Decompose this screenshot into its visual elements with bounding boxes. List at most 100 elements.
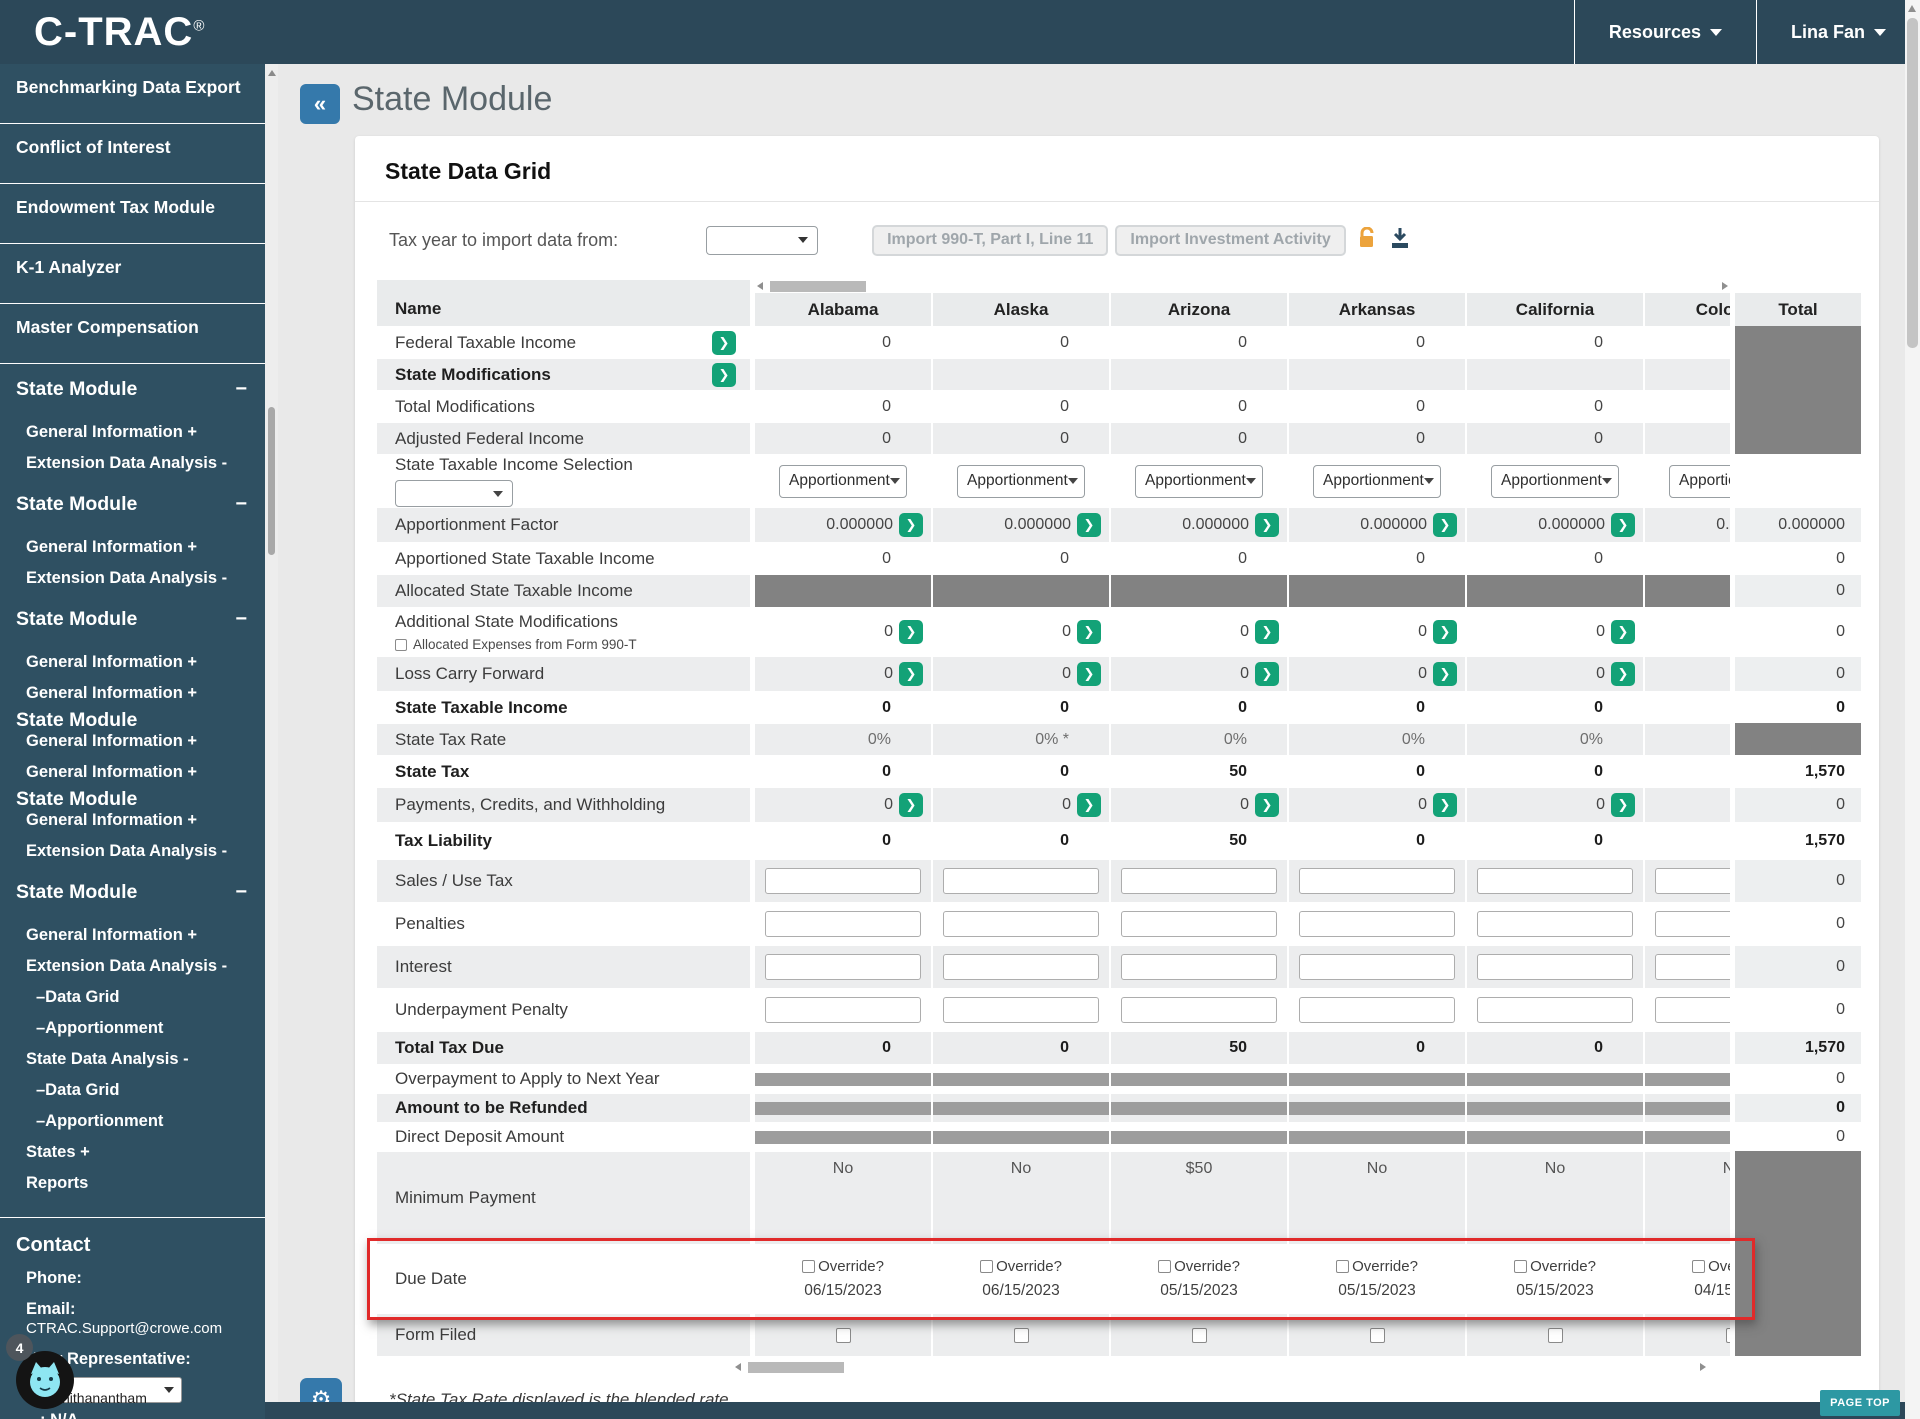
amount-input[interactable]: [1477, 868, 1633, 894]
sidebar-subitem-general-information[interactable]: General Information +: [0, 532, 265, 563]
tax-year-select[interactable]: [706, 226, 818, 255]
collapse-minus-icon[interactable]: −: [235, 881, 247, 904]
amount-input[interactable]: [765, 911, 921, 937]
sidebar-subitem-general-information[interactable]: General Information +: [0, 417, 265, 448]
override-checkbox[interactable]: [802, 1260, 815, 1273]
override-checkbox[interactable]: [1692, 1260, 1705, 1273]
sidebar-module-state-module[interactable]: State Module−: [0, 479, 265, 532]
page-top-button[interactable]: PAGE TOP: [1820, 1390, 1900, 1416]
sidebar-subitem--data-grid[interactable]: –Data Grid: [0, 982, 265, 1013]
import-investment-button[interactable]: Import Investment Activity: [1115, 225, 1345, 256]
override-checkbox[interactable]: [1336, 1260, 1349, 1273]
amount-input[interactable]: [1121, 911, 1277, 937]
expand-cell-button[interactable]: ❯: [1255, 793, 1279, 817]
amount-input[interactable]: [943, 911, 1099, 937]
sidebar-scrollbar[interactable]: [265, 64, 278, 1419]
form-filed-checkbox[interactable]: [1014, 1328, 1029, 1343]
amount-input[interactable]: [765, 954, 921, 980]
income-selection-select[interactable]: Apportionment: [1313, 465, 1441, 498]
amount-input[interactable]: [1477, 997, 1633, 1023]
sidebar-subitem-state-data-analysis[interactable]: State Data Analysis -: [0, 1044, 265, 1075]
expand-cell-button[interactable]: ❯: [1433, 793, 1457, 817]
amount-input[interactable]: [1121, 997, 1277, 1023]
income-selection-select[interactable]: Apportionment: [1491, 465, 1619, 498]
override-checkbox[interactable]: [980, 1260, 993, 1273]
sidebar-subitem-general-information[interactable]: General Information +: [0, 647, 265, 678]
form-filed-checkbox[interactable]: [1370, 1328, 1385, 1343]
sidebar-subitem-extension-data-analysis[interactable]: Extension Data Analysis -: [0, 951, 265, 982]
sidebar-item-master-compensation[interactable]: Master Compensation: [0, 304, 265, 364]
sidebar-item-benchmarking-data-export[interactable]: Benchmarking Data Export: [0, 64, 265, 124]
expand-cell-button[interactable]: ❯: [1611, 513, 1635, 537]
collapse-sidebar-button[interactable]: «: [300, 84, 340, 124]
name-cell-select[interactable]: [395, 480, 513, 507]
sidebar-subitem-states[interactable]: States +: [0, 1137, 265, 1168]
scroll-right-arrow-icon[interactable]: [1722, 282, 1728, 290]
unlock-icon[interactable]: [1358, 227, 1377, 254]
collapse-minus-icon[interactable]: −: [235, 493, 247, 516]
app-logo[interactable]: C-TRAC®: [34, 10, 205, 55]
expand-cell-button[interactable]: ❯: [1611, 662, 1635, 686]
sidebar-subitem--apportionment[interactable]: –Apportionment: [0, 1106, 265, 1137]
amount-input[interactable]: [765, 997, 921, 1023]
scroll-up-arrow-icon[interactable]: [268, 70, 276, 76]
expand-cell-button[interactable]: ❯: [1077, 620, 1101, 644]
amount-input[interactable]: [1299, 997, 1455, 1023]
income-selection-select[interactable]: Apportionment: [1669, 465, 1730, 498]
amount-input[interactable]: [1299, 868, 1455, 894]
amount-input[interactable]: [1655, 997, 1730, 1023]
expand-cell-button[interactable]: ❯: [1433, 662, 1457, 686]
scroll-left-arrow-icon[interactable]: [735, 1363, 741, 1371]
import-990t-button[interactable]: Import 990-T, Part I, Line 11: [872, 225, 1108, 256]
form-filed-checkbox[interactable]: [1726, 1328, 1731, 1343]
amount-input[interactable]: [943, 954, 1099, 980]
scrollbar-thumb[interactable]: [268, 407, 275, 555]
expand-cell-button[interactable]: ❯: [1433, 620, 1457, 644]
sidebar-module-state-module[interactable]: State Module−: [0, 867, 265, 920]
contact-email-value[interactable]: CTRAC.Support@crowe.com: [26, 1320, 222, 1337]
expand-cell-button[interactable]: ❯: [1255, 513, 1279, 537]
expand-cell-button[interactable]: ❯: [1611, 620, 1635, 644]
sidebar-subitem-extension-data-analysis[interactable]: Extension Data Analysis -: [0, 836, 265, 867]
user-menu[interactable]: Lina Fan: [1756, 0, 1920, 64]
sidebar-module-state-module[interactable]: State Module: [0, 788, 265, 805]
amount-input[interactable]: [1477, 911, 1633, 937]
form-filed-checkbox[interactable]: [836, 1328, 851, 1343]
income-selection-select[interactable]: Apportionment: [1135, 465, 1263, 498]
amount-input[interactable]: [1299, 954, 1455, 980]
sidebar-module-state-module[interactable]: State Module−: [0, 594, 265, 647]
expand-cell-button[interactable]: ❯: [1611, 793, 1635, 817]
sidebar-item-conflict-of-interest[interactable]: Conflict of Interest: [0, 124, 265, 184]
scrollbar-thumb[interactable]: [1907, 18, 1918, 348]
scrollbar-thumb[interactable]: [770, 281, 866, 292]
sidebar-item-k-1-analyzer[interactable]: K-1 Analyzer: [0, 244, 265, 304]
horizontal-scrollbar-bottom[interactable]: [733, 1361, 1708, 1374]
override-checkbox[interactable]: [1514, 1260, 1527, 1273]
expand-cell-button[interactable]: ❯: [1077, 513, 1101, 537]
sidebar-subitem--data-grid[interactable]: –Data Grid: [0, 1075, 265, 1106]
expand-cell-button[interactable]: ❯: [1255, 662, 1279, 686]
collapse-minus-icon[interactable]: −: [235, 378, 247, 401]
scrollbar-thumb[interactable]: [748, 1362, 844, 1373]
amount-input[interactable]: [1655, 911, 1730, 937]
amount-input[interactable]: [943, 997, 1099, 1023]
amount-input[interactable]: [1655, 868, 1730, 894]
sidebar-subitem-general-information[interactable]: General Information +: [0, 726, 265, 757]
expand-row-button[interactable]: ❯: [712, 363, 736, 387]
expand-cell-button[interactable]: ❯: [899, 793, 923, 817]
page-scrollbar[interactable]: [1905, 0, 1920, 1419]
amount-input[interactable]: [1477, 954, 1633, 980]
scroll-up-arrow-icon[interactable]: [1908, 5, 1916, 12]
override-checkbox[interactable]: [1158, 1260, 1171, 1273]
expand-cell-button[interactable]: ❯: [1077, 662, 1101, 686]
sidebar-subitem-reports[interactable]: Reports: [0, 1168, 265, 1199]
download-icon[interactable]: [1390, 227, 1410, 254]
expand-cell-button[interactable]: ❯: [1255, 620, 1279, 644]
sidebar-subitem--apportionment[interactable]: –Apportionment: [0, 1013, 265, 1044]
allocated-expenses-checkbox[interactable]: [395, 639, 407, 651]
income-selection-select[interactable]: Apportionment: [957, 465, 1085, 498]
amount-input[interactable]: [1121, 868, 1277, 894]
sidebar-subitem-extension-data-analysis[interactable]: Extension Data Analysis -: [0, 448, 265, 479]
sidebar-subitem-extension-data-analysis[interactable]: Extension Data Analysis -: [0, 563, 265, 594]
sidebar-subitem-general-information[interactable]: General Information +: [0, 757, 265, 788]
